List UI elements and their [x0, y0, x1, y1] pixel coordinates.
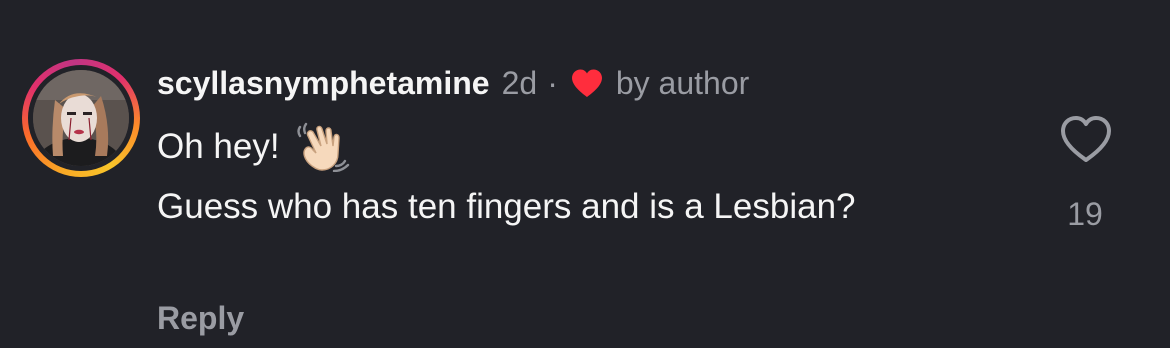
comment-body: scyllasnymphetamine 2d · by author Oh he… [157, 60, 917, 230]
author-liked-heart-icon [570, 68, 604, 98]
like-count: 19 [1067, 196, 1103, 232]
reply-button[interactable]: Reply [157, 296, 244, 340]
comment-item: scyllasnymphetamine 2d · by author Oh he… [0, 0, 1170, 348]
like-button[interactable] [1058, 114, 1114, 166]
author-badge: by author [615, 64, 750, 101]
separator-dot: · [547, 64, 558, 101]
waving-hand-icon [294, 122, 352, 173]
avatar[interactable] [33, 70, 129, 166]
username-link[interactable]: scyllasnymphetamine [157, 65, 490, 102]
comment-text-line2: Guess who has ten fingers and is a Lesbi… [157, 187, 856, 226]
comment-text-line1: Oh hey! [157, 122, 917, 173]
comment-timestamp: 2d [501, 64, 538, 101]
comment-greeting: Oh hey! [157, 127, 280, 166]
comment-meta: scyllasnymphetamine 2d · by author [157, 60, 917, 106]
avatar-gap [28, 65, 134, 171]
heart-outline-icon [1061, 116, 1111, 162]
story-ring[interactable] [22, 59, 140, 177]
avatar-image [33, 70, 129, 166]
